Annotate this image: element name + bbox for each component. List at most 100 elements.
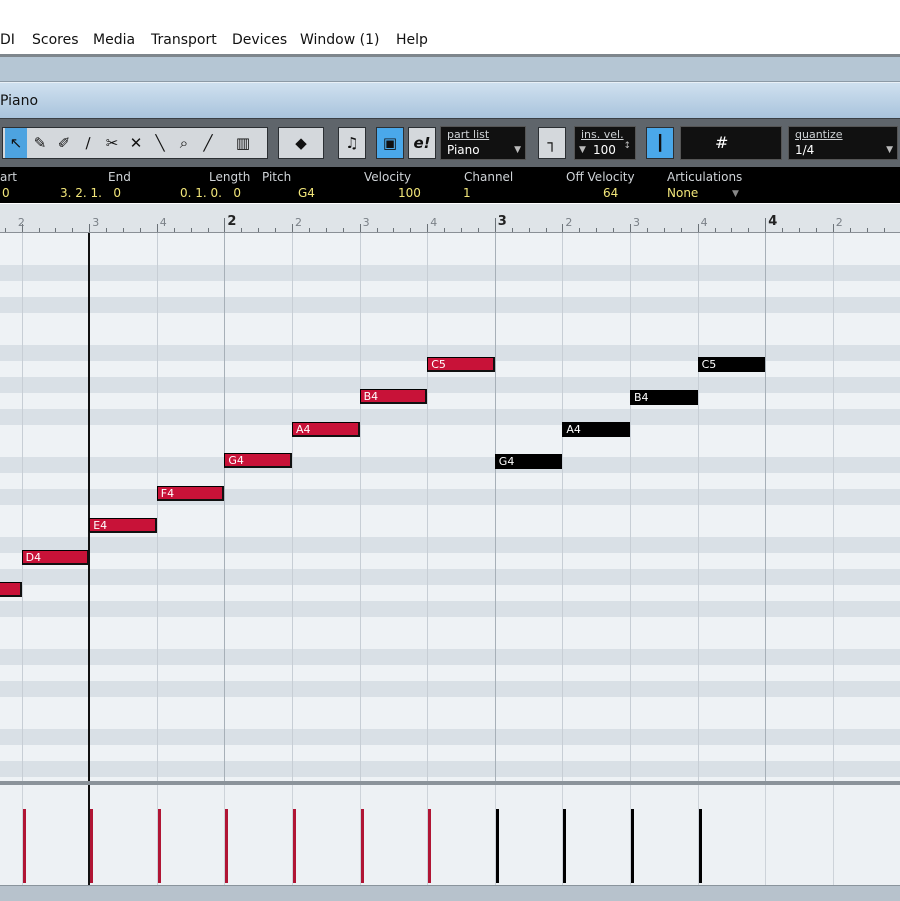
quantize-grid-button[interactable]: #: [680, 126, 782, 160]
velocity-bar[interactable]: [428, 809, 432, 883]
note-grid[interactable]: D4 E4 F4 G4 A4 B4 C5 G4 A4 B4 C5: [0, 233, 900, 781]
quantize-select[interactable]: quantize 1/4 ▼: [788, 126, 898, 160]
quantize-value: 1/4: [795, 143, 815, 157]
ruler-tick: [376, 228, 378, 232]
ruler-tick: [224, 218, 226, 232]
ruler-tick: [782, 228, 784, 232]
velocity-label: Velocity: [364, 170, 412, 184]
off-velocity-value[interactable]: 64: [603, 186, 618, 200]
menu-midi[interactable]: DI: [0, 32, 15, 48]
erase-icon[interactable]: ✐: [53, 128, 75, 158]
ruler-beat-number: 3: [633, 216, 640, 229]
trim-icon[interactable]: ∕: [77, 128, 99, 158]
ruler-tick: [410, 228, 412, 232]
midi-note[interactable]: B4: [630, 390, 698, 405]
midi-note[interactable]: G4: [224, 453, 292, 468]
midi-note[interactable]: B4: [359, 389, 428, 404]
beat-gridline: [832, 233, 834, 781]
autoscroll-icon[interactable]: ◆: [278, 127, 324, 159]
ruler-tick: [663, 228, 665, 232]
midi-note[interactable]: C5: [427, 357, 495, 372]
split-icon[interactable]: ✂: [101, 128, 123, 158]
midi-note[interactable]: A4: [562, 422, 630, 437]
midi-note[interactable]: D4: [21, 550, 90, 565]
velocity-bar[interactable]: [293, 809, 296, 883]
channel-value[interactable]: 1: [463, 186, 471, 200]
menu-scores[interactable]: Scores: [32, 32, 79, 48]
step-input-icon[interactable]: ┐: [538, 127, 566, 159]
ruler-tick: [190, 228, 192, 232]
ruler-tick: [55, 228, 57, 232]
acoustic-feedback-icon[interactable]: ♫: [338, 127, 366, 159]
ins-vel-value: 100: [593, 143, 616, 157]
part-list-select[interactable]: part list Piano ▼: [440, 126, 526, 160]
articulations-value[interactable]: None: [667, 186, 698, 200]
velocity-bar[interactable]: [360, 809, 364, 883]
length-value[interactable]: 0. 1. 0. 0: [180, 186, 241, 200]
beat-gridline: [292, 233, 293, 781]
velocity-controller-lane[interactable]: [0, 785, 900, 885]
ruler-tick: [562, 224, 564, 232]
velocity-bar[interactable]: [698, 809, 702, 883]
midi-note[interactable]: E4: [89, 518, 157, 533]
ruler-tick: [359, 224, 361, 232]
velocity-bar[interactable]: [563, 809, 567, 883]
midi-note[interactable]: [0, 582, 22, 597]
ruler-tick: [528, 228, 530, 232]
time-ruler[interactable]: 2 3 4 2 2 3 4 3 2 3 4 4 2: [0, 204, 900, 233]
glue-icon[interactable]: ╲: [149, 128, 171, 158]
show-info-icon[interactable]: ▣: [376, 127, 404, 159]
zoom-icon[interactable]: ⌕: [173, 128, 195, 158]
ruler-beat-number: 3: [362, 216, 370, 229]
ruler-tick: [444, 228, 446, 232]
midi-note[interactable]: C5: [697, 357, 766, 372]
velocity-bar[interactable]: [90, 809, 94, 883]
beat-gridline: [562, 233, 564, 781]
chevron-down-icon[interactable]: ▼: [732, 189, 739, 199]
velocity-bar[interactable]: [225, 809, 229, 883]
ruler-tick: [325, 228, 327, 232]
spinner-icon[interactable]: ↕: [623, 141, 631, 151]
hash-icon: #: [715, 133, 729, 152]
start-value[interactable]: 0: [2, 186, 10, 200]
end-value[interactable]: 3. 2. 1. 0: [60, 186, 121, 200]
midi-note[interactable]: A4: [292, 422, 360, 437]
tool-group: ↖ ✎ ✐ ∕ ✂ ✕ ╲ ⌕ ╱ ▥: [2, 127, 268, 159]
ruler-tick: [106, 228, 108, 232]
velocity-bar[interactable]: [22, 809, 26, 883]
menu-transport[interactable]: Transport: [151, 32, 217, 48]
menu-media[interactable]: Media: [93, 32, 135, 48]
project-cursor[interactable]: [88, 233, 90, 781]
beat-gridline: [697, 233, 699, 781]
velocity-bar[interactable]: [631, 809, 634, 883]
snap-icon[interactable]: ┃: [646, 127, 674, 159]
velocity-bar[interactable]: [157, 809, 161, 883]
edit-in-place-icon[interactable]: e!: [408, 127, 436, 159]
object-select-icon[interactable]: ↖: [5, 128, 27, 158]
ruler-tick: [258, 228, 260, 232]
ruler-tick: [207, 228, 209, 232]
line-icon[interactable]: ╱: [197, 128, 219, 158]
midi-note[interactable]: F4: [156, 486, 225, 501]
ruler-tick: [832, 224, 834, 232]
ruler-beat-number: 2: [295, 216, 302, 229]
velocity-bar[interactable]: [495, 809, 499, 883]
insert-velocity-field[interactable]: ins. vel. 100 ▼ ↕: [574, 126, 636, 160]
ruler-tick: [815, 228, 817, 232]
chevron-down-icon: ▼: [886, 145, 893, 155]
beat-gridline: [21, 233, 23, 781]
menu-window[interactable]: Window (1): [300, 32, 379, 48]
end-label: End: [108, 170, 131, 184]
menu-help[interactable]: Help: [396, 32, 428, 48]
channel-label: Channel: [464, 170, 514, 184]
midi-note[interactable]: G4: [494, 454, 563, 469]
beat-gridline: [156, 233, 158, 781]
timewarp-icon[interactable]: ▥: [223, 128, 263, 158]
draw-icon[interactable]: ✎: [29, 128, 51, 158]
ruler-tick: [849, 228, 851, 232]
velocity-value[interactable]: 100: [398, 186, 421, 200]
menu-devices[interactable]: Devices: [232, 32, 287, 48]
quantize-label: quantize: [795, 128, 843, 141]
pitch-value[interactable]: G4: [298, 186, 315, 200]
mute-icon[interactable]: ✕: [125, 128, 147, 158]
